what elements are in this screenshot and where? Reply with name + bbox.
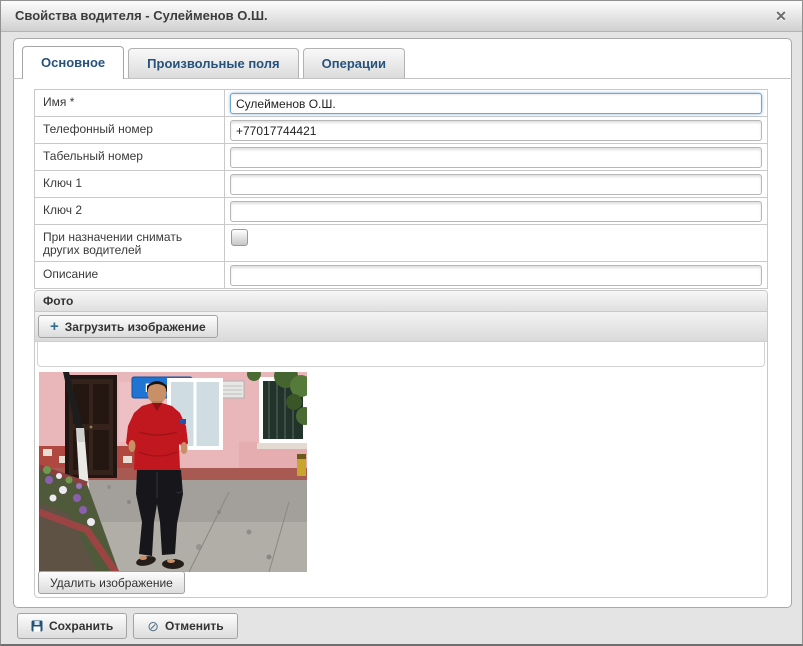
name-label: Имя * [35,90,225,116]
form-row-description: Описание [35,262,767,289]
upload-drop-area [37,342,765,367]
form-row-key1: Ключ 1 [35,171,767,198]
driver-photo: БАНЯ [39,372,307,572]
personnel-number-label: Табельный номер [35,144,225,170]
form-row-name: Имя * [35,90,767,117]
photo-section-header: Фото [35,291,767,312]
exclusive-assignment-label: При назначении снимать других водителей [35,225,225,261]
dialog-title: Свойства водителя - Сулейменов О.Ш. [15,1,268,31]
save-icon [31,620,43,632]
cancel-button[interactable]: ⊘ Отменить [133,613,237,639]
personnel-number-input[interactable] [230,147,762,168]
key2-label: Ключ 2 [35,198,225,224]
key1-input[interactable] [230,174,762,195]
driver-form: Имя * Телефонный номер Табельный номер К… [34,89,768,289]
save-button[interactable]: Сохранить [17,613,127,639]
form-row-key2: Ключ 2 [35,198,767,225]
upload-image-label: Загрузить изображение [65,320,206,334]
cancel-label: Отменить [165,619,224,633]
driver-properties-dialog: Свойства водителя - Сулейменов О.Ш. ✕ Ос… [0,0,803,646]
phone-label: Телефонный номер [35,117,225,143]
form-row-exclusive-assignment: При назначении снимать других водителей [35,225,767,262]
tab-operations[interactable]: Операции [303,48,405,78]
key1-label: Ключ 1 [35,171,225,197]
upload-toolbar: + Загрузить изображение [35,312,767,342]
tab-main[interactable]: Основное [22,46,124,79]
name-input[interactable] [230,93,762,114]
tab-bar: Основное Произвольные поля Операции [13,38,792,79]
cancel-icon: ⊘ [147,619,159,633]
exclusive-assignment-checkbox[interactable] [231,229,248,246]
close-icon[interactable]: ✕ [772,7,790,25]
description-label: Описание [35,262,225,288]
save-label: Сохранить [49,619,113,633]
tab-custom-fields[interactable]: Произвольные поля [128,48,298,78]
form-row-personnel-number: Табельный номер [35,144,767,171]
delete-image-button[interactable]: Удалить изображение [38,571,185,594]
form-row-phone: Телефонный номер [35,117,767,144]
upload-image-button[interactable]: + Загрузить изображение [38,315,218,338]
phone-input[interactable] [230,120,762,141]
plus-icon: + [50,319,59,334]
description-input[interactable] [230,265,762,286]
footer: Сохранить ⊘ Отменить [17,613,238,639]
photo-section: Фото + Загрузить изображение [34,290,768,598]
titlebar: Свойства водителя - Сулейменов О.Ш. ✕ [1,1,802,32]
key2-input[interactable] [230,201,762,222]
